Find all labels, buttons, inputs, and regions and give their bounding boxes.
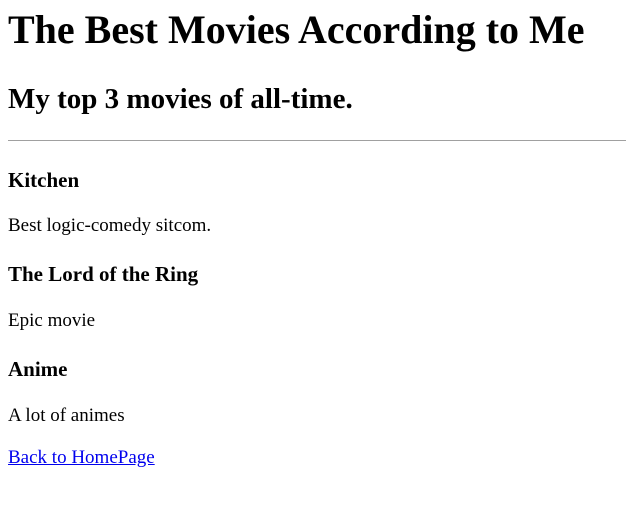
movie-item-anime: Anime A lot of animes bbox=[8, 356, 626, 427]
movie-description: Best logic-comedy sitcom. bbox=[8, 215, 212, 236]
movie-title: Anime bbox=[8, 357, 68, 381]
movie-title: The Lord of the Ring bbox=[8, 262, 199, 286]
movie-description: A lot of animes bbox=[8, 405, 125, 426]
divider bbox=[8, 140, 626, 141]
movie-description: Epic movie bbox=[8, 310, 96, 331]
movie-item-lord-of-the-ring: The Lord of the Ring Epic movie bbox=[8, 261, 626, 332]
movie-title: Kitchen bbox=[8, 168, 80, 192]
movie-item-kitchen: Kitchen Best logic-comedy sitcom. bbox=[8, 167, 626, 237]
page-title: The Best Movies According to Me bbox=[8, 7, 585, 52]
page-content: The Best Movies According to Me My top 3… bbox=[0, 0, 626, 469]
page-subtitle: My top 3 movies of all-time. bbox=[8, 83, 353, 115]
back-to-homepage-link[interactable]: Back to HomePage bbox=[8, 447, 155, 469]
